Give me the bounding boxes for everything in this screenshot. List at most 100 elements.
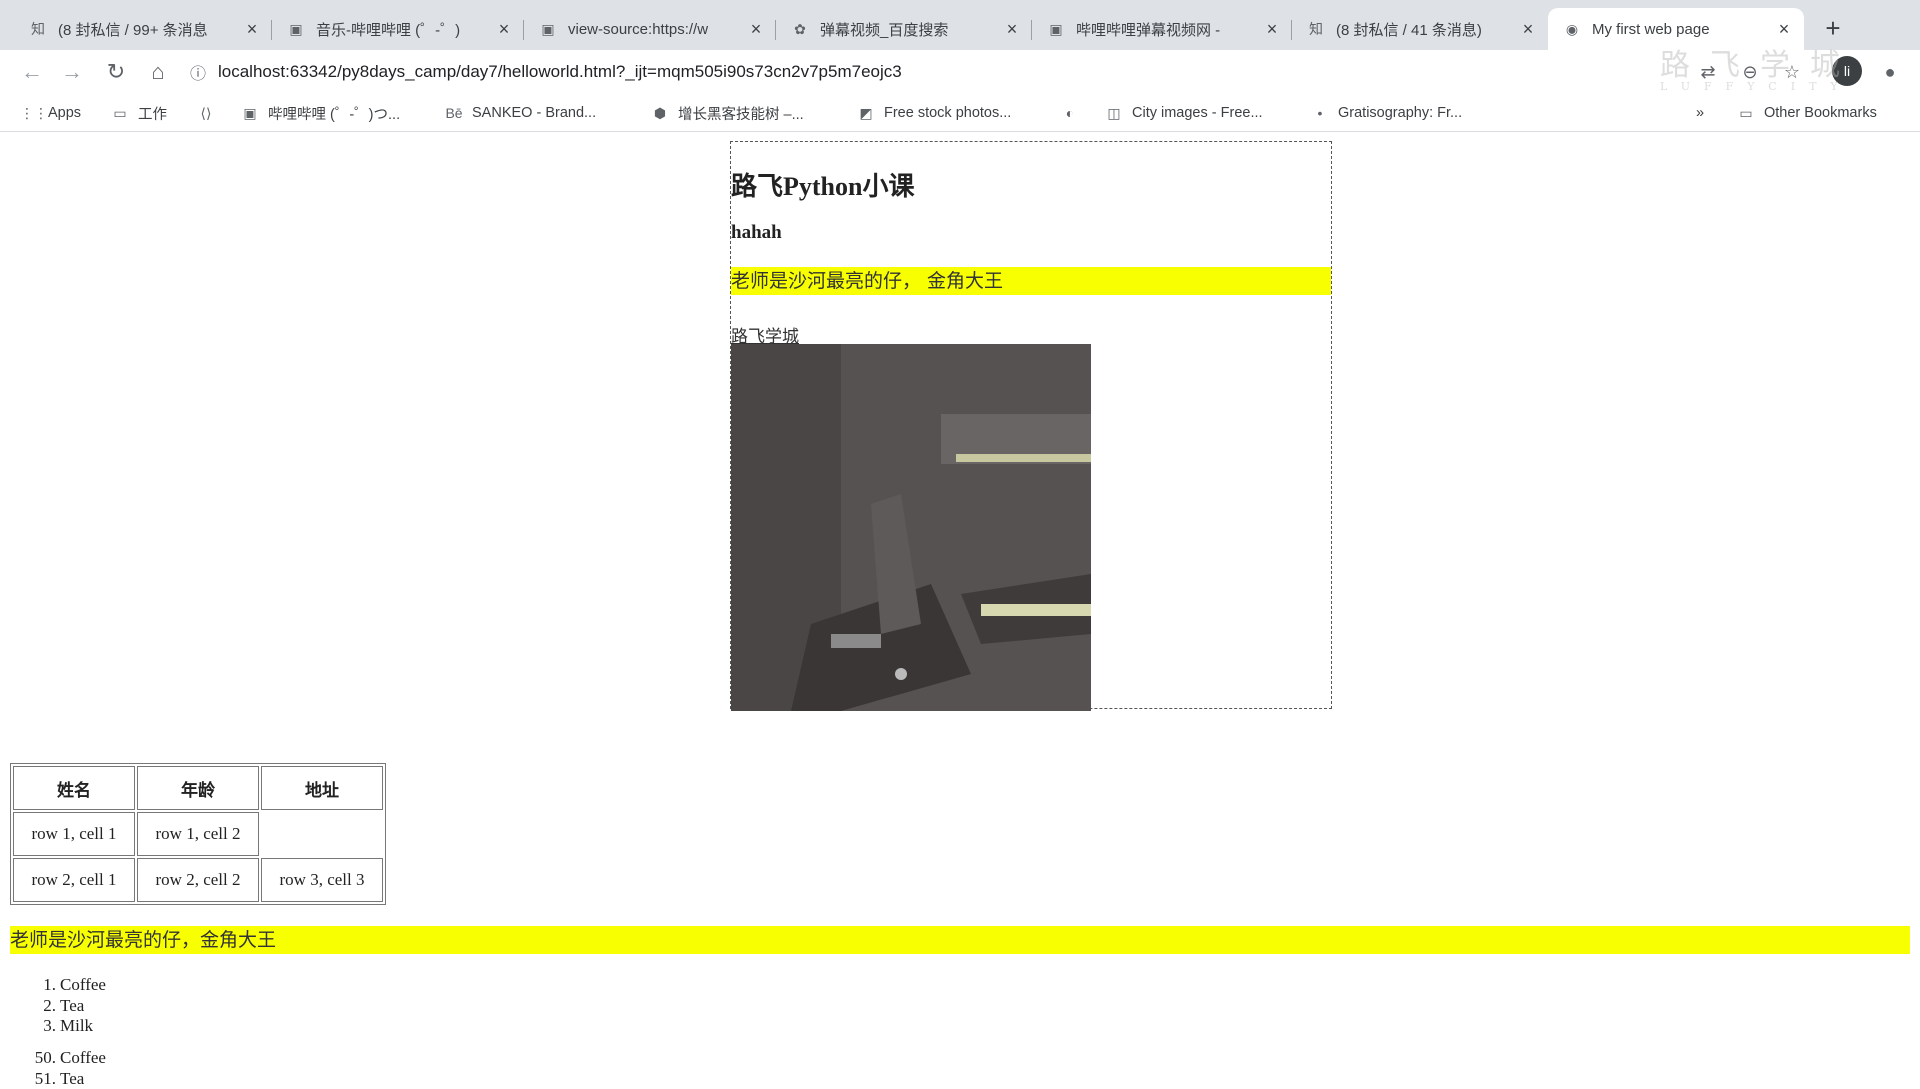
tab[interactable]: ✿ 弹幕视频_百度搜索 × [776,8,1032,50]
highlight-text-wide: 老师是沙河最亮的仔，金角大王 [10,926,1910,954]
bookmark-label: Apps [48,105,81,121]
tab-title: 音乐-哔哩哔哩 (゜-゜) [316,19,488,40]
watermark-en: LUFFYCITY [1660,80,1860,93]
camera-icon: ◫ [1104,105,1124,122]
list-item-number: 1. [0,975,56,996]
gear-shield-icon: ⬢ [650,105,670,122]
list-item-text: Coffee [60,975,106,994]
list-item: 50.Coffee [0,1048,106,1069]
bookmarks-overflow-button[interactable]: » [1696,102,1704,124]
list-item-text: Tea [60,1069,84,1088]
list-item: 1.Coffee [0,975,106,996]
forward-button[interactable]: → [58,58,86,86]
bookmark-label: 哔哩哔哩 (゜-゜)つ... [268,103,400,124]
close-icon[interactable]: × [1004,19,1020,40]
table-cell: row 1, cell 1 [13,812,135,856]
bilibili-icon: ▣ [240,105,260,122]
tab[interactable]: 知 (8 封私信 / 99+ 条消息 × [14,8,272,50]
tab-title: 弹幕视频_百度搜索 [820,19,996,40]
table-header-row: 姓名 年龄 地址 [13,766,383,810]
chevron-double-right-icon: » [1696,105,1704,121]
back-button[interactable]: ← [18,58,46,86]
dot-icon: • [1310,105,1330,121]
list-item-number: 3. [0,1016,56,1037]
tab-strip: 知 (8 封私信 / 99+ 条消息 × ▣ 音乐-哔哩哔哩 (゜-゜) × ▣… [0,0,1920,50]
bilibili-icon: ▣ [538,19,558,39]
bookmark-sankeo[interactable]: Bē SANKEO - Brand... [444,102,596,124]
bookmark-label: City images - Free... [1132,105,1263,121]
info-icon[interactable]: ⓘ [190,60,210,84]
bookmark-growth-hacker[interactable]: ⬢ 增长黑客技能树 –... [650,102,804,124]
bookmark-label: 增长黑客技能树 –... [678,103,804,124]
list-item-number: 50. [0,1048,56,1069]
tab-title: (8 封私信 / 41 条消息) [1336,19,1512,40]
table-cell: row 1, cell 2 [137,812,259,856]
table-cell: row 2, cell 1 [13,858,135,902]
list-item-text: Milk [60,1016,93,1035]
close-icon[interactable]: × [1264,19,1280,40]
list-item: 3.Milk [0,1016,106,1037]
close-icon[interactable]: × [1520,19,1536,40]
apps-grid-icon: ⋮⋮ [20,105,40,122]
table-cell-empty [261,812,383,856]
page-subheading: hahah [731,222,782,244]
photo-image [731,344,1091,711]
ordered-list-start-50: 50.Coffee 51.Tea [0,1048,106,1089]
luffycity-watermark: 路飞学城 LUFFYCITY [1660,40,1860,100]
list-item: 51.Tea [0,1069,106,1089]
tab[interactable]: ▣ 音乐-哔哩哔哩 (゜-゜) × [272,8,524,50]
photo-icon: ◩ [856,105,876,122]
ordered-list: 1.Coffee 2.Tea 3.Milk [0,975,106,1037]
bookmark-code[interactable]: ⟨⟩ [196,102,224,124]
table-row: row 1, cell 1 row 1, cell 2 [13,812,383,856]
globe-icon: ◐ [1060,105,1080,121]
reload-button[interactable]: ↻ [102,58,130,86]
tab[interactable]: ▣ view-source:https://w × [524,8,776,50]
bookmark-apps[interactable]: ⋮⋮ Apps [20,102,81,124]
bookmark-gratisography[interactable]: • Gratisography: Fr... [1310,102,1462,124]
bookmark-label: Other Bookmarks [1764,105,1877,121]
table-cell: row 3, cell 3 [261,858,383,902]
tab[interactable]: ▣ 哔哩哔哩弹幕视频网 - × [1032,8,1292,50]
close-icon[interactable]: × [496,19,512,40]
table-header-cell: 地址 [261,766,383,810]
folder-icon: ▭ [110,105,130,122]
extension-icon[interactable]: ● [1876,58,1904,86]
bookmark-label: 工作 [138,103,167,124]
page-icon: ◉ [1562,19,1582,39]
list-item-number: 51. [0,1069,56,1089]
toolbar: ← → ↻ ⌂ ⓘ localhost:63342/py8days_camp/d… [0,50,1920,94]
bookmark-label: Gratisography: Fr... [1338,105,1462,121]
bookmark-other-bookmarks[interactable]: ▭ Other Bookmarks [1736,102,1877,124]
bilibili-icon: ▣ [286,19,306,39]
zhihu-icon: 知 [1306,19,1326,39]
bookmark-free-stock-photos[interactable]: ◩ Free stock photos... [856,102,1011,124]
close-icon[interactable]: × [748,19,764,40]
folder-icon: ▭ [1736,105,1756,122]
list-item-text: Coffee [60,1048,106,1067]
tab[interactable]: 知 (8 封私信 / 41 条消息) × [1292,8,1548,50]
info-table: 姓名 年龄 地址 row 1, cell 1 row 1, cell 2 row… [10,763,386,905]
address-bar[interactable]: ⓘ localhost:63342/py8days_camp/day7/hell… [190,56,1670,88]
page-content: 路飞Python小课 hahah 老师是沙河最亮的仔， 金角大王 路飞学城 姓名 [0,133,1920,1080]
page-heading: 路飞Python小课 [731,166,914,203]
bookmarks-bar: ⋮⋮ Apps ▭ 工作 ⟨⟩ ▣ 哔哩哔哩 (゜-゜)つ... Bē SANK… [0,94,1920,132]
bookmark-bilibili[interactable]: ▣ 哔哩哔哩 (゜-゜)つ... [240,102,400,124]
list-item-number: 2. [0,996,56,1017]
behance-icon: Bē [444,105,464,121]
list-item: 2.Tea [0,996,106,1017]
photo-image-svg [731,344,1091,711]
url-text: localhost:63342/py8days_camp/day7/hellow… [218,62,902,82]
home-button[interactable]: ⌂ [144,58,172,86]
highlight-text: 老师是沙河最亮的仔， 金角大王 [731,267,1331,295]
bookmark-globe[interactable]: ◐ [1060,102,1088,124]
bookmark-folder-work[interactable]: ▭ 工作 [110,102,167,124]
close-icon[interactable]: × [1776,19,1792,40]
bookmark-label: SANKEO - Brand... [472,105,596,121]
bookmark-city-images[interactable]: ◫ City images - Free... [1104,102,1263,124]
table-row: row 2, cell 1 row 2, cell 2 row 3, cell … [13,858,383,902]
tab-title: 哔哩哔哩弹幕视频网 - [1076,19,1256,40]
tab-title: My first web page [1592,21,1768,38]
table-header-cell: 姓名 [13,766,135,810]
close-icon[interactable]: × [244,19,260,40]
